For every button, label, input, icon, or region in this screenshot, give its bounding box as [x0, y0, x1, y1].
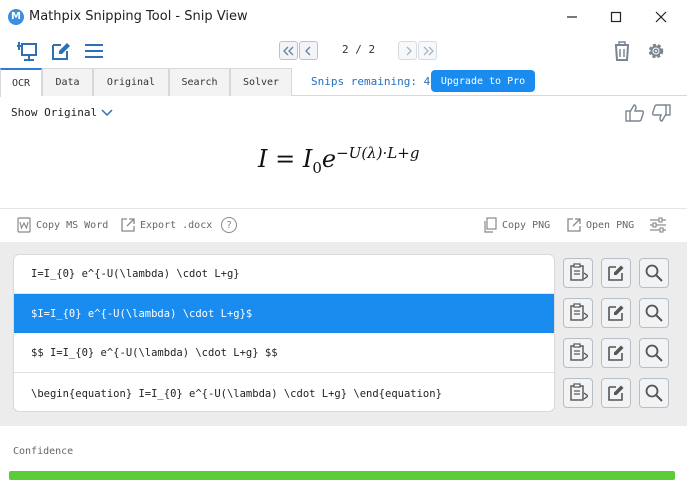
tab-solver[interactable]: Solver — [230, 68, 292, 96]
edit-result-button[interactable] — [601, 298, 631, 328]
tab-data[interactable]: Data — [42, 68, 93, 96]
screen-capture-icon — [17, 42, 37, 61]
edit-button[interactable] — [49, 39, 73, 63]
result-row-plain[interactable]: I=I_{0} e^{-U(\lambda) \cdot L+g} — [14, 255, 554, 294]
thumbs-down-button[interactable] — [649, 101, 673, 125]
confidence-label: Confidence — [13, 446, 74, 457]
search-icon — [645, 304, 663, 322]
clipboard-icon — [570, 343, 588, 361]
gear-icon — [648, 43, 664, 59]
export-docx-button[interactable]: Export .docx — [120, 217, 212, 233]
new-snip-button[interactable] — [16, 39, 40, 63]
external-link-icon — [121, 218, 135, 232]
copy-result-button[interactable] — [563, 298, 593, 328]
search-result-button[interactable] — [639, 298, 669, 328]
show-original-label: Show Original — [11, 106, 98, 119]
title-bar: M Mathpix Snipping Tool - Snip View — [0, 0, 687, 34]
search-icon — [645, 344, 663, 362]
hamburger-menu-icon — [85, 44, 103, 58]
search-result-button[interactable] — [639, 258, 669, 288]
confidence-bar-fill — [9, 471, 675, 480]
open-png-label: Open PNG — [586, 219, 635, 231]
search-icon — [645, 264, 663, 282]
copy-result-button[interactable] — [563, 378, 593, 408]
action-bar: Copy MS Word Export .docx ? Copy PNG Ope… — [0, 208, 687, 242]
maximize-button[interactable] — [596, 4, 636, 30]
latex-result-list: I=I_{0} e^{-U(\lambda) \cdot L+g} $I=I_{… — [13, 254, 555, 412]
double-chevron-left-icon — [282, 46, 293, 55]
copy-result-button[interactable] — [563, 338, 593, 368]
last-page-button[interactable] — [418, 41, 437, 60]
show-original-toggle[interactable]: Show Original — [11, 106, 113, 119]
help-icon: ? — [225, 219, 233, 231]
close-icon — [655, 11, 667, 23]
tab-search[interactable]: Search — [169, 68, 230, 96]
search-result-button[interactable] — [639, 338, 669, 368]
clipboard-icon — [570, 263, 588, 281]
formula-lhs: I — [258, 145, 268, 173]
next-page-button[interactable] — [398, 41, 417, 60]
formula-base: I — [302, 145, 313, 173]
maximize-icon — [610, 11, 622, 23]
trash-icon — [615, 41, 629, 61]
prev-page-button[interactable] — [299, 41, 318, 60]
mathpix-logo-icon: M — [8, 9, 24, 25]
minimize-button[interactable] — [552, 4, 592, 30]
snips-remaining: Snips remaining: 48 — [311, 75, 437, 88]
upgrade-button[interactable]: Upgrade to Pro — [431, 70, 535, 92]
result-row-equation-env[interactable]: \begin{equation} I=I_{0} e^{-U(\lambda) … — [14, 374, 554, 411]
double-chevron-right-icon — [423, 46, 434, 55]
clipboard-icon — [570, 383, 588, 401]
edit-result-button[interactable] — [601, 338, 631, 368]
external-link-icon — [567, 218, 581, 232]
result-row-display-math[interactable]: $$ I=I_{0} e^{-U(\lambda) \cdot L+g} $$ — [14, 334, 554, 373]
edit-icon — [608, 385, 624, 401]
formula-subscript: 0 — [312, 158, 322, 177]
sliders-icon — [650, 217, 666, 233]
page-indicator: 2 / 2 — [342, 43, 376, 56]
minimize-icon — [567, 16, 577, 18]
edit-result-button[interactable] — [601, 378, 631, 408]
export-docx-label: Export .docx — [140, 219, 213, 231]
tab-original[interactable]: Original — [93, 68, 169, 96]
thumbs-up-icon — [625, 104, 645, 122]
format-settings-button[interactable] — [649, 217, 667, 233]
first-page-button[interactable] — [279, 41, 298, 60]
clipboard-icon — [570, 303, 588, 321]
search-icon — [645, 384, 663, 402]
open-png-button[interactable]: Open PNG — [566, 217, 634, 233]
formula-e: e — [321, 145, 337, 173]
help-button[interactable]: ? — [221, 217, 237, 233]
confidence-bar — [9, 471, 675, 480]
formula-exponent: −U(λ)·L+g — [336, 144, 420, 162]
result-row-inline-math[interactable]: $I=I_{0} e^{-U(\lambda) \cdot L+g}$ — [14, 294, 554, 333]
settings-button[interactable] — [644, 39, 668, 63]
thumbs-down-icon — [651, 104, 671, 122]
copy-icon — [484, 217, 497, 233]
chevron-right-icon — [406, 46, 412, 55]
window-title: Mathpix Snipping Tool - Snip View — [29, 9, 248, 24]
chevron-left-icon — [304, 46, 310, 55]
toolbar: 2 / 2 — [0, 34, 687, 68]
edit-icon — [608, 305, 624, 321]
thumbs-up-button[interactable] — [623, 101, 647, 125]
chevron-down-icon — [101, 108, 113, 116]
word-doc-icon — [17, 217, 31, 233]
search-result-button[interactable] — [639, 378, 669, 408]
tab-ocr[interactable]: OCR — [0, 68, 42, 97]
rendered-formula: I = I0e−U(λ)·L+g — [258, 144, 419, 177]
copy-png-label: Copy PNG — [502, 219, 551, 231]
copy-png-button[interactable]: Copy PNG — [482, 217, 550, 233]
copy-ms-word-label: Copy MS Word — [36, 219, 109, 231]
close-button[interactable] — [641, 4, 681, 30]
edit-result-button[interactable] — [601, 258, 631, 288]
edit-icon — [608, 265, 624, 281]
menu-button[interactable] — [82, 39, 106, 63]
edit-icon — [52, 43, 70, 60]
delete-button[interactable] — [610, 39, 634, 63]
formula-equals: = — [275, 145, 296, 173]
edit-icon — [608, 345, 624, 361]
copy-result-button[interactable] — [563, 258, 593, 288]
copy-ms-word-button[interactable]: Copy MS Word — [16, 217, 108, 233]
